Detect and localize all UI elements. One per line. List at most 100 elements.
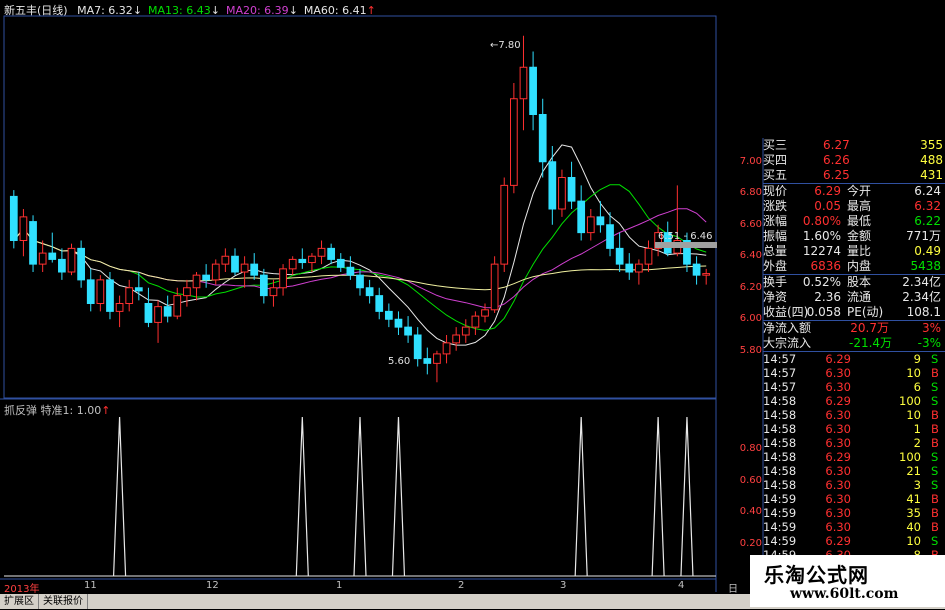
signal-spike bbox=[112, 416, 127, 577]
tick-side: B bbox=[931, 408, 939, 422]
bid-label: 买三 bbox=[763, 138, 788, 152]
tick-price: 6.30 bbox=[825, 422, 851, 436]
tick-side: S bbox=[931, 380, 939, 394]
bid-volume: 355 bbox=[920, 138, 943, 152]
time-tick: 4 bbox=[678, 580, 685, 591]
candle bbox=[29, 215, 37, 272]
candle bbox=[298, 248, 307, 269]
indicator-tick: 0.20 bbox=[739, 538, 762, 550]
tick-time: 14:58 bbox=[763, 408, 797, 422]
tick-price: 6.30 bbox=[825, 408, 851, 422]
price-tick: 5.80 bbox=[739, 344, 762, 356]
tick-volume: 9 bbox=[913, 352, 921, 366]
candle bbox=[183, 279, 191, 307]
stat-label: 流通 bbox=[847, 290, 872, 304]
tab-extended[interactable]: 扩展区 bbox=[0, 594, 39, 609]
candle bbox=[211, 259, 220, 285]
candle bbox=[702, 268, 711, 285]
tick-side: S bbox=[931, 394, 939, 408]
candle bbox=[625, 253, 634, 280]
indicator-tick: 0.80 bbox=[739, 442, 762, 454]
signal-spike bbox=[391, 416, 406, 577]
ma-arrow-1: ↓ bbox=[210, 4, 220, 17]
candle bbox=[336, 253, 345, 272]
tab-related-quotes[interactable]: 关联报价 bbox=[39, 594, 88, 609]
stat-value: 1.60% bbox=[802, 229, 841, 243]
tick-volume: 1 bbox=[913, 422, 921, 436]
candle bbox=[548, 146, 557, 225]
candle bbox=[125, 279, 134, 312]
price-tick: 6.80 bbox=[739, 187, 762, 199]
candle bbox=[9, 190, 18, 249]
candle bbox=[577, 185, 586, 241]
price-tick: 6.60 bbox=[739, 218, 762, 230]
stat-value: 6.32 bbox=[914, 199, 941, 213]
stat-value: 0.058 bbox=[806, 305, 841, 319]
stat-label: 总量 bbox=[763, 244, 788, 258]
stat-label: 今开 bbox=[847, 184, 872, 198]
stat-label: 最高 bbox=[847, 199, 872, 213]
candle bbox=[586, 209, 595, 241]
stat-value: 12274 bbox=[802, 244, 841, 258]
candle bbox=[519, 35, 528, 131]
signal-spike bbox=[680, 416, 694, 577]
tick-price: 6.30 bbox=[825, 436, 851, 450]
stat-label: 净资 bbox=[763, 290, 788, 304]
candle bbox=[471, 311, 480, 335]
tick-side: S bbox=[931, 464, 939, 478]
range-bar bbox=[655, 242, 717, 248]
tick-price: 6.30 bbox=[825, 366, 851, 380]
bid-price: 6.26 bbox=[823, 153, 850, 167]
candle bbox=[413, 327, 422, 367]
candle bbox=[433, 350, 441, 383]
tick-time: 14:58 bbox=[763, 394, 797, 408]
candle bbox=[279, 264, 287, 296]
bid-volume: 431 bbox=[920, 168, 943, 182]
tick-time: 14:58 bbox=[763, 436, 797, 450]
candle bbox=[500, 177, 509, 272]
candle bbox=[404, 316, 412, 343]
tick-side: S bbox=[931, 534, 939, 548]
candle bbox=[509, 83, 518, 194]
candle bbox=[394, 311, 403, 335]
tick-time: 14:58 bbox=[763, 422, 797, 436]
candle bbox=[115, 295, 124, 328]
tick-volume: 2 bbox=[913, 436, 921, 450]
stat-label: 涨幅 bbox=[763, 214, 788, 228]
ma-arrow-0: ↓ bbox=[132, 4, 143, 17]
stat-value: 0.80% bbox=[802, 214, 841, 228]
tick-volume: 41 bbox=[906, 492, 921, 506]
candle bbox=[106, 272, 114, 320]
tick-time: 14:57 bbox=[763, 380, 797, 394]
tick-side: S bbox=[931, 450, 939, 464]
flow-value: 20.7万 bbox=[850, 321, 889, 335]
quote-panel: 买三 6.27 355 买四 6.26 488 买五 6.25 431 现价 6.29 今开 6.24 涨… bbox=[763, 138, 945, 562]
tick-price: 6.29 bbox=[825, 352, 851, 366]
indicator-tick: 0.40 bbox=[739, 506, 762, 518]
ma-label-2: MA20: 6.39 bbox=[225, 4, 289, 17]
flow-pct: -3% bbox=[917, 336, 941, 350]
ma-label-3: MA60: 6.41 bbox=[303, 4, 367, 17]
candle bbox=[288, 256, 297, 276]
candle bbox=[38, 240, 47, 272]
tick-volume: 100 bbox=[899, 394, 921, 408]
tick-volume: 100 bbox=[899, 450, 921, 464]
tick-volume: 10 bbox=[906, 408, 921, 422]
tick-time: 14:58 bbox=[763, 464, 797, 478]
tick-volume: 40 bbox=[906, 520, 921, 534]
flow-label: 净流入额 bbox=[763, 321, 812, 335]
price-tick: 6.40 bbox=[739, 250, 762, 262]
candle bbox=[327, 243, 336, 265]
candle bbox=[692, 256, 701, 285]
candle bbox=[19, 209, 28, 257]
time-tick: 2 bbox=[458, 580, 465, 591]
stat-value: 108.1 bbox=[906, 305, 941, 319]
tick-side: B bbox=[931, 506, 939, 520]
tick-price: 6.30 bbox=[825, 492, 851, 506]
stat-value: 0.05 bbox=[814, 199, 841, 213]
candle bbox=[317, 240, 326, 265]
stat-value: 771万 bbox=[906, 229, 941, 243]
signal-spike bbox=[574, 416, 588, 577]
candle bbox=[202, 264, 211, 288]
candle bbox=[346, 256, 355, 280]
